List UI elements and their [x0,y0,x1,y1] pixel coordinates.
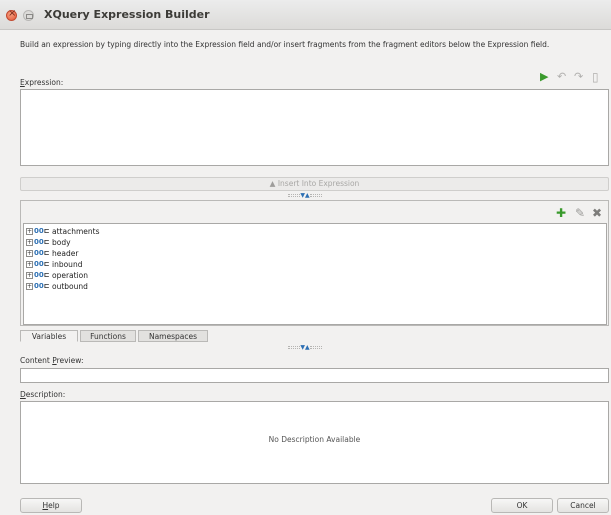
expression-input[interactable] [20,89,609,166]
tree-item-outbound[interactable]: +00⊏ outbound [24,281,606,292]
tree-item-operation[interactable]: +00⊏ operation [24,270,606,281]
dialog-window: XQuery Expression Builder Build an expre… [0,0,611,515]
redo-icon[interactable]: ↷ [574,71,583,83]
tree-item-attachments[interactable]: +00⊏ attachments [24,226,606,237]
content-preview-label: Content Preview: [20,356,84,365]
element-type-icon: 00⊏ [34,249,50,257]
tree-item-inbound[interactable]: +00⊏ inbound [24,259,606,270]
run-icon[interactable]: ▶ [540,71,548,83]
content-preview-field[interactable] [20,368,609,383]
tree-item-body[interactable]: +00⊏ body [24,237,606,248]
edit-icon[interactable]: ✎ [575,207,585,219]
help-button[interactable]: Help [20,498,82,513]
expand-icon[interactable]: + [26,239,33,246]
expand-icon[interactable]: + [26,250,33,257]
ok-button[interactable]: OK [491,498,553,513]
splitter-handle-bottom[interactable]: ▼▲ [285,345,325,351]
delete-icon[interactable]: ✖ [592,207,602,219]
element-type-icon: 00⊏ [34,271,50,279]
insert-into-expression-button[interactable]: ▲ Insert Into Expression [20,177,609,191]
element-type-icon: 00⊏ [34,260,50,268]
add-icon[interactable]: ✚ [556,207,566,219]
expression-label: Expression: [20,78,64,87]
minimize-window-button[interactable] [23,10,34,21]
new-icon[interactable]: ▯ [592,71,599,83]
splitter-handle-top[interactable]: ▼▲ [285,193,325,199]
tab-variables[interactable]: Variables [20,330,78,342]
variables-panel: ✚ ✎ ✖ +00⊏ attachments +00⊏ body +00⊏ heade… [20,200,609,326]
close-window-button[interactable] [6,8,17,21]
description-label: Description: [20,390,66,399]
tab-functions[interactable]: Functions [80,330,136,342]
insert-icon: ▲ [269,179,276,188]
element-type-icon: 00⊏ [34,227,50,235]
expand-icon[interactable]: + [26,228,33,235]
undo-icon[interactable]: ↶ [557,71,566,83]
expand-icon[interactable]: + [26,283,33,290]
title-bar: XQuery Expression Builder [0,0,611,30]
description-text: No Description Available [20,401,609,484]
panel-toolbar: ✚ ✎ ✖ [554,207,606,221]
tab-namespaces[interactable]: Namespaces [138,330,208,342]
cancel-button[interactable]: Cancel [557,498,609,513]
tree-item-header[interactable]: +00⊏ header [24,248,606,259]
element-type-icon: 00⊏ [34,282,50,290]
expression-toolbar: ▶ ↶ ↷ ▯ [540,71,610,85]
expand-icon[interactable]: + [26,261,33,268]
insert-button-label: Insert Into Expression [277,179,360,188]
intro-text: Build an expression by typing directly i… [20,40,550,49]
expand-icon[interactable]: + [26,272,33,279]
window-title: XQuery Expression Builder [44,8,210,21]
variables-tree[interactable]: +00⊏ attachments +00⊏ body +00⊏ header +00⊏… [23,223,607,325]
element-type-icon: 00⊏ [34,238,50,246]
